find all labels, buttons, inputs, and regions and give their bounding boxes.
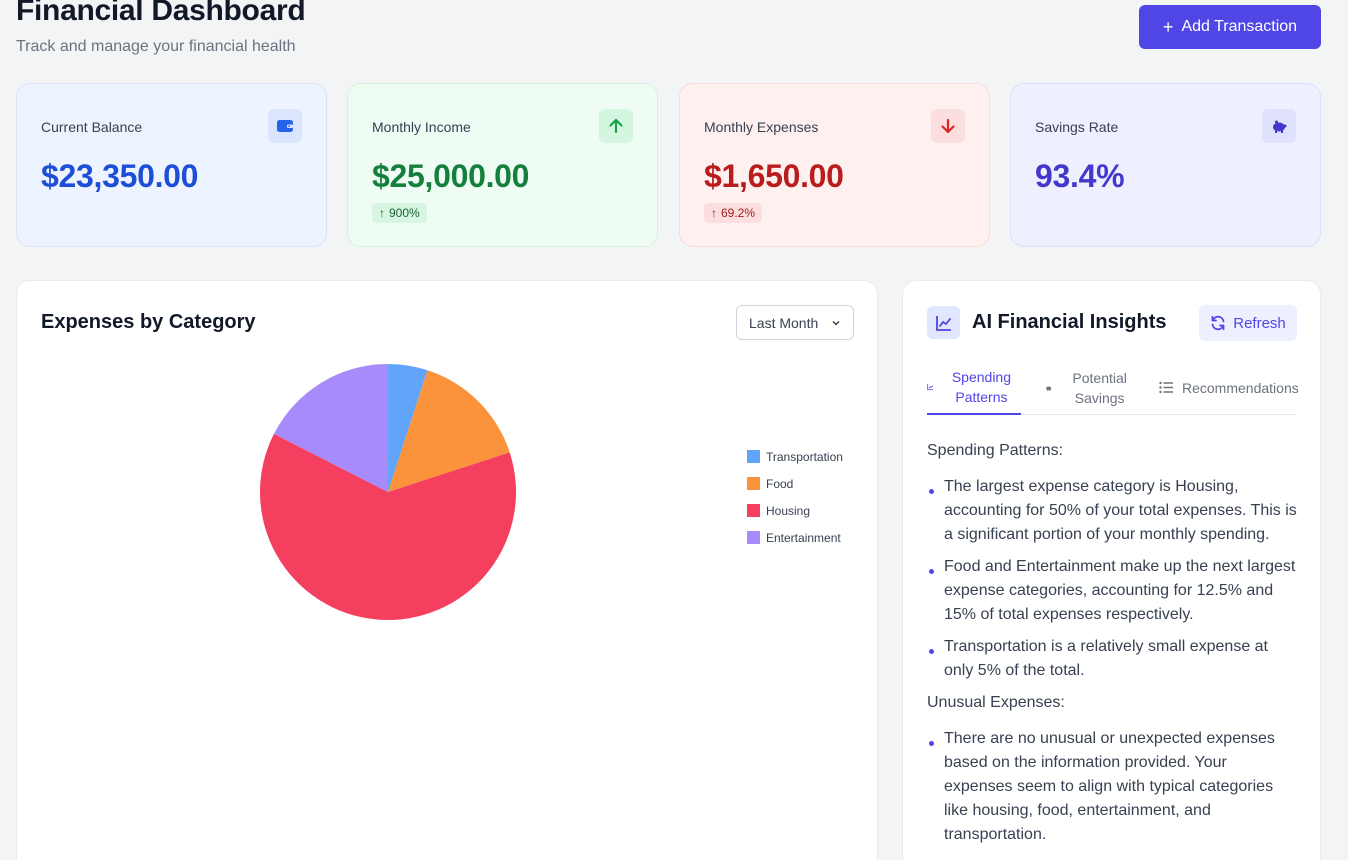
insights-list-item: The largest expense category is Housing,… [927,475,1299,547]
tab-spending-patterns-label: Spending Patterns [951,369,1012,405]
legend-swatch [747,477,760,490]
legend-label: Food [766,476,794,491]
legend-item-transportation[interactable]: Transportation [747,443,843,470]
insights-tabs: Spending Patterns Potential Savings Reco… [927,361,1299,415]
current-balance-card: Current Balance $23,350.00 [16,83,327,247]
chevron-down-icon [832,320,840,326]
ai-insights-panel: AI Financial Insights Refresh Spending P… [902,280,1321,860]
legend-swatch [747,450,760,463]
insights-section-heading: Unusual Expenses: [927,694,1065,711]
savings-rate-card: Savings Rate 93.4% [1010,83,1321,247]
monthly-expenses-label: Monthly Expenses [704,119,819,135]
current-balance-value: $23,350.00 [41,158,199,194]
tab-recommendations[interactable]: Recommendations [1159,361,1309,414]
period-select-value: Last Month [749,314,819,331]
expenses-pie-chart [259,364,516,620]
arrow-up-icon [599,109,633,143]
expenses-change-badge: ↑ 69.2% [704,203,763,223]
tab-potential-savings[interactable]: Potential Savings [1045,361,1139,414]
insights-section-heading: Spending Patterns: [927,442,1064,459]
insights-list-item: Food and Entertainment make up the next … [927,555,1299,627]
expenses-chart-title: Expenses by Category [41,311,256,333]
expenses-chart-panel: Expenses by Category Last Month Transpor… [16,280,878,860]
legend-item-housing[interactable]: Housing [747,497,843,524]
insights-list-item: Transportation is a relatively small exp… [927,635,1299,683]
insights-list: There are no unusual or unexpected expen… [927,727,1299,847]
monthly-expenses-value: $1,650.00 [704,158,844,194]
piggy-bank-icon [1046,385,1052,391]
page-title: Financial Dashboard [16,0,306,27]
period-select[interactable]: Last Month [736,305,854,340]
legend-label: Transportation [766,449,843,464]
insights-content: Spending Patterns: The largest expense c… [927,439,1299,855]
legend-item-entertainment[interactable]: Entertainment [747,524,843,551]
refresh-label: Refresh [1233,314,1286,332]
arrow-up-icon: ↑ [711,206,717,220]
monthly-income-value: $25,000.00 [372,158,530,194]
legend-label: Entertainment [766,530,841,545]
income-change-badge: ↑ 900% [372,203,427,223]
insights-list: The largest expense category is Housing,… [927,475,1299,683]
legend-item-food[interactable]: Food [747,470,843,497]
monthly-expenses-card: Monthly Expenses $1,650.00 ↑ 69.2% [679,83,990,247]
income-change-value: 900% [389,206,420,220]
chart-line-icon [927,384,934,391]
legend-swatch [747,504,760,517]
savings-rate-value: 93.4% [1035,158,1125,194]
tab-spending-patterns[interactable]: Spending Patterns [927,361,1021,415]
plus-icon: + [1162,17,1174,37]
ai-insights-title: AI Financial Insights [972,311,1167,333]
monthly-income-card: Monthly Income $25,000.00 ↑ 900% [347,83,658,247]
arrow-down-icon [931,109,965,143]
add-transaction-button[interactable]: + Add Transaction [1139,5,1321,49]
insights-list-item: There are no unusual or unexpected expen… [927,727,1299,847]
expenses-change-value: 69.2% [721,206,756,220]
add-transaction-label: Add Transaction [1181,18,1298,35]
savings-rate-label: Savings Rate [1035,119,1119,135]
piggy-bank-icon [1262,109,1296,143]
legend-label: Housing [766,503,811,518]
refresh-icon [1211,315,1225,331]
page-subtitle: Track and manage your financial health [16,38,296,55]
chart-legend: Transportation Food Housing Entertainment [747,443,843,551]
legend-swatch [747,531,760,544]
tab-recommendations-label: Recommendations [1182,379,1299,396]
list-icon [1159,381,1173,394]
refresh-button[interactable]: Refresh [1199,305,1297,341]
current-balance-label: Current Balance [41,119,143,135]
chart-line-icon [927,306,960,339]
tab-potential-savings-label: Potential Savings [1072,369,1127,406]
arrow-up-icon: ↑ [379,206,385,220]
monthly-income-label: Monthly Income [372,119,471,135]
wallet-icon [268,109,302,143]
